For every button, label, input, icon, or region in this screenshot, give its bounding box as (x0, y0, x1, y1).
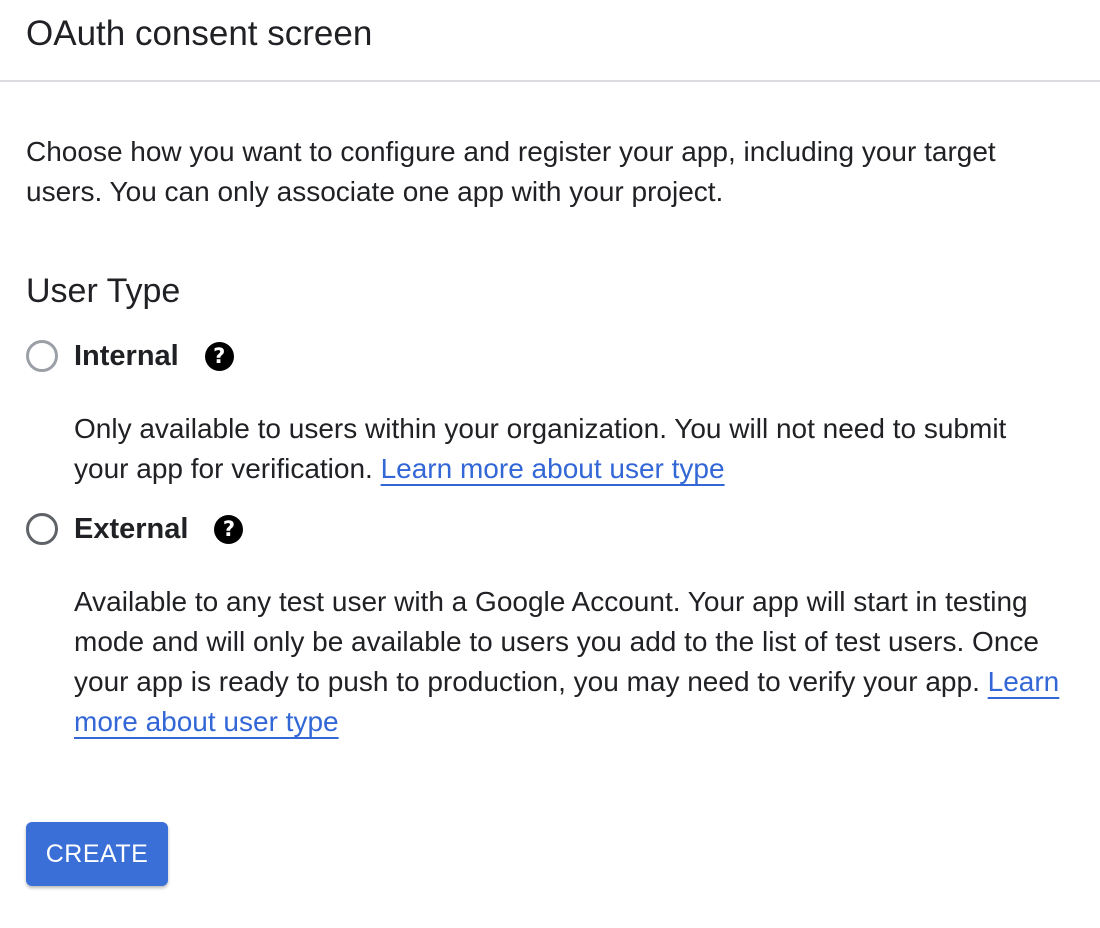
external-description: Available to any test user with a Google… (74, 582, 1064, 742)
external-description-text: Available to any test user with a Google… (74, 586, 1039, 697)
external-option[interactable]: External ? (26, 507, 244, 551)
external-radio[interactable] (26, 513, 58, 545)
internal-option[interactable]: Internal ? (26, 334, 234, 378)
intro-text: Choose how you want to configure and reg… (26, 136, 996, 207)
internal-radio[interactable] (26, 340, 58, 372)
user-type-heading: User Type (26, 272, 181, 310)
page-header: OAuth consent screen (0, 0, 1100, 82)
internal-label: Internal (74, 340, 179, 372)
page-title: OAuth consent screen (26, 14, 373, 53)
help-icon[interactable]: ? (204, 341, 234, 371)
internal-description: Only available to users within your orga… (74, 409, 1064, 489)
help-icon[interactable]: ? (214, 514, 244, 544)
create-button[interactable]: CREATE (26, 822, 168, 886)
internal-learn-more-link[interactable]: Learn more about user type (381, 453, 725, 484)
external-label: External (74, 513, 189, 545)
